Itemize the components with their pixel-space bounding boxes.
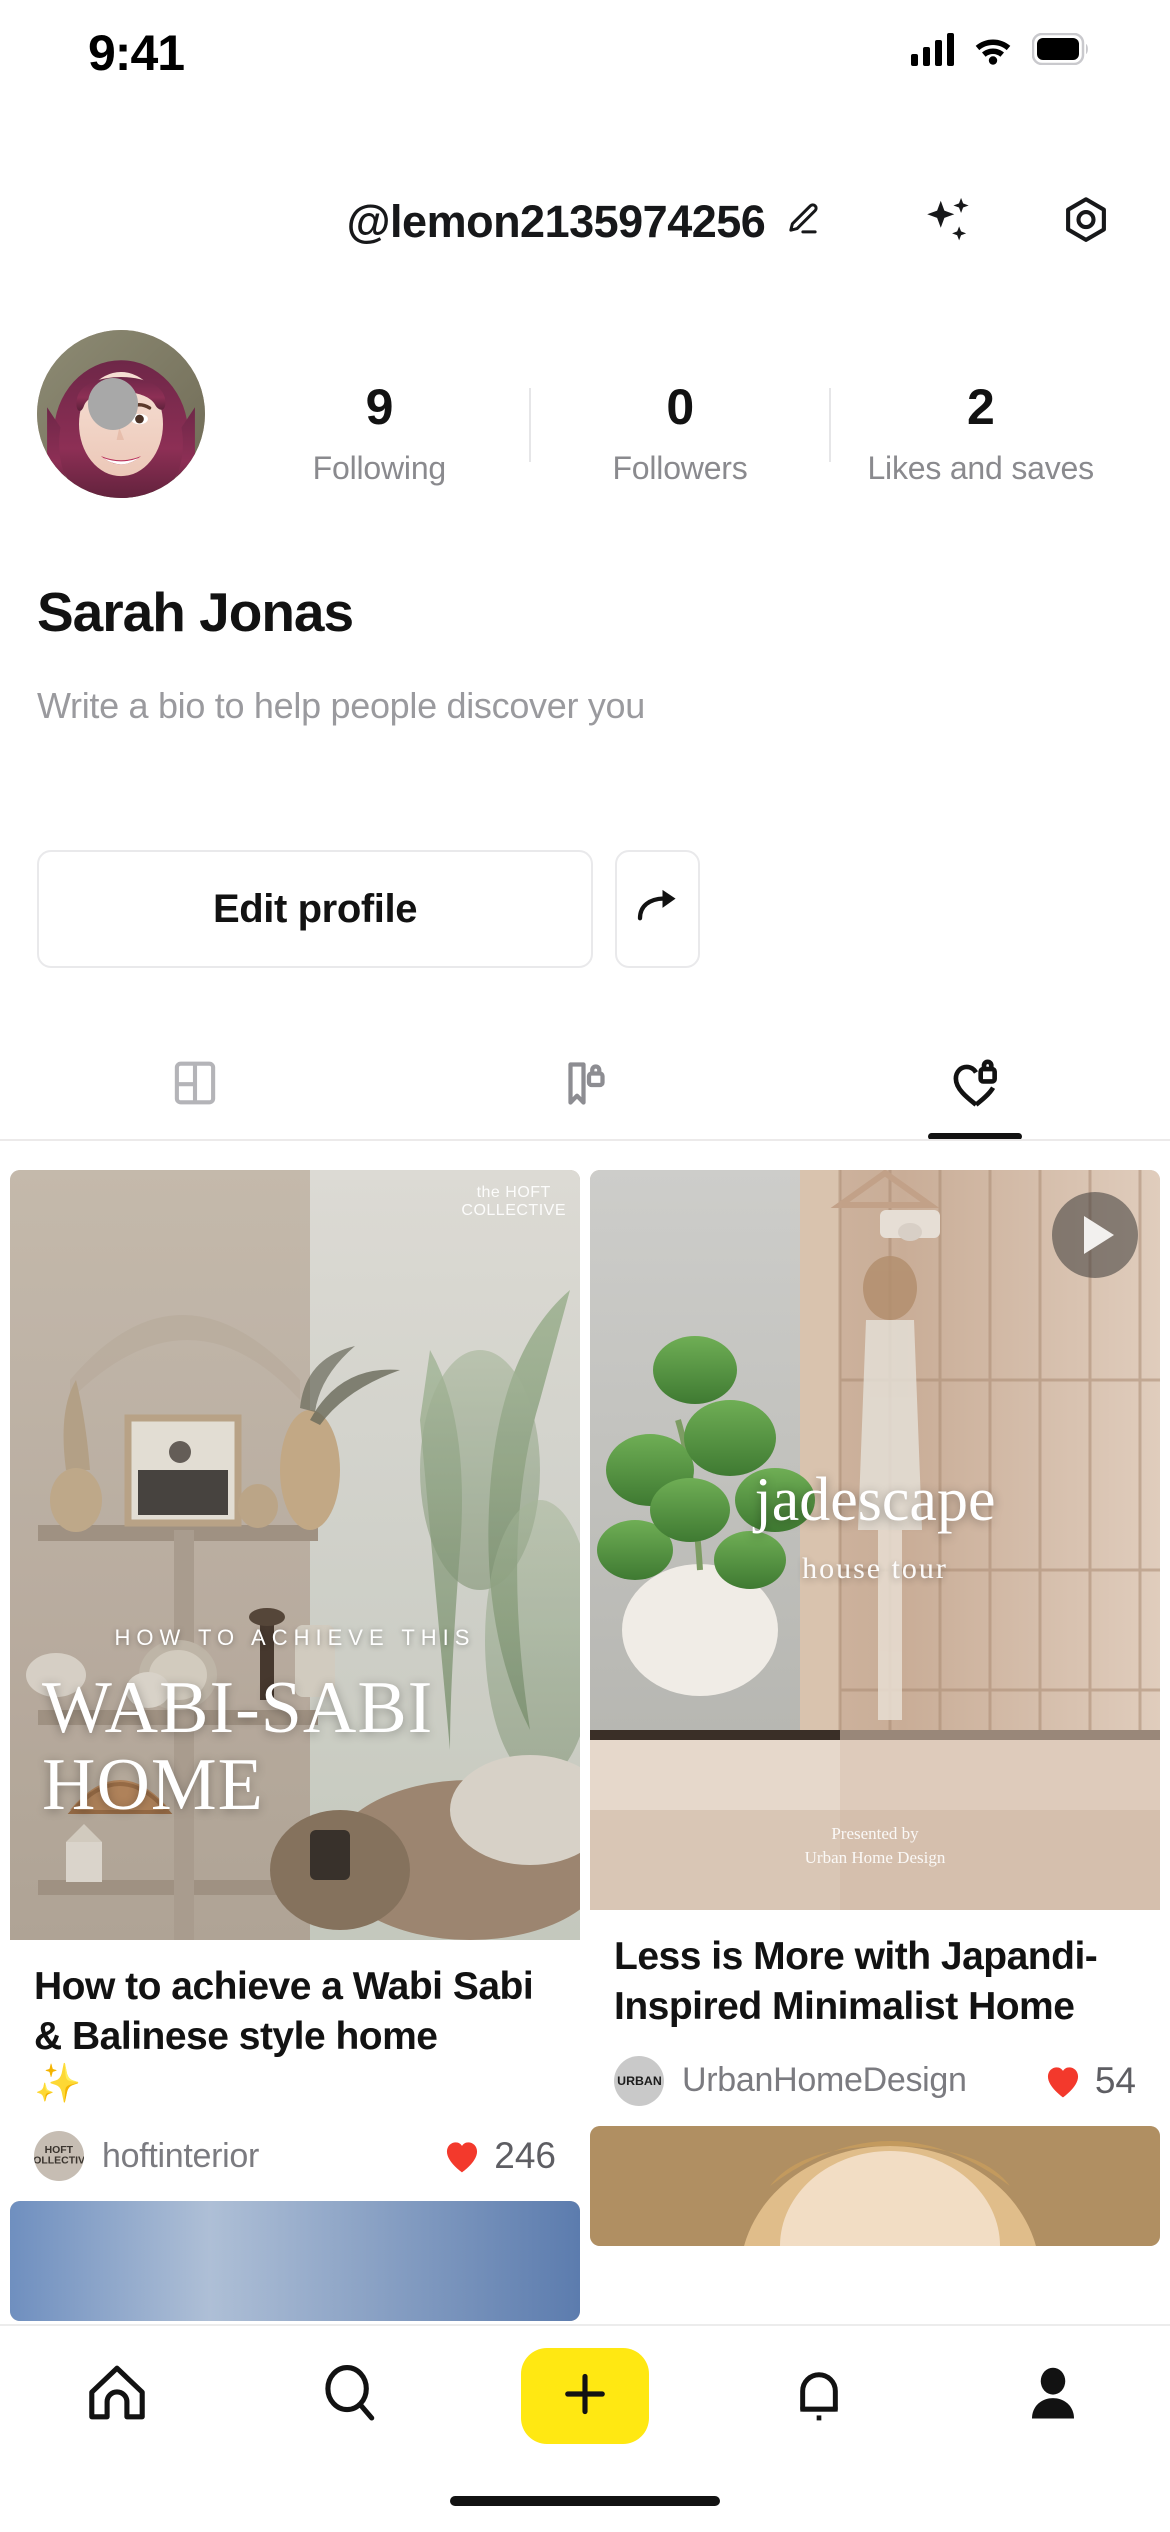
card-thumbnail-partial[interactable] [10, 2201, 580, 2322]
card-thumbnail[interactable]: the HOFT COLLECTIVE HOW TO ACHIEVE THIS … [10, 1170, 580, 1940]
home-indicator [450, 2496, 720, 2506]
like-count: 246 [494, 2135, 556, 2177]
card-thumbnail[interactable]: jadescape house tour Presented by Urban … [590, 1170, 1160, 1910]
nav-profile[interactable] [936, 2359, 1170, 2434]
content-feed: the HOFT COLLECTIVE HOW TO ACHIEVE THIS … [0, 1170, 1170, 2370]
wifi-icon [972, 33, 1014, 65]
sparkles-icon[interactable] [918, 192, 978, 252]
author-name[interactable]: hoftinterior [102, 2137, 259, 2176]
author-badge-text: URBAN [616, 2073, 662, 2088]
author-badge-text: HOFT COLLECTIVE [34, 2145, 84, 2167]
bottom-navigation [0, 2324, 1170, 2532]
app-screen: 9:41 @lemon2135974256 9 Following 0 Foll… [0, 0, 1170, 2532]
feed-card[interactable]: jadescape house tour Presented by Urban … [590, 1170, 1160, 2114]
stat-label: Following [312, 450, 447, 486]
stat-value: 9 [365, 379, 394, 435]
nav-home[interactable] [0, 2358, 234, 2435]
blue-gradient-image [10, 2201, 580, 2322]
page-title: Sarah Jonas [37, 581, 354, 643]
like-group[interactable]: 54 [1043, 2060, 1136, 2102]
tab-saved[interactable] [390, 1030, 780, 1140]
pencil-icon[interactable] [781, 199, 823, 246]
card-overlay-title: jadescape house tour [754, 1466, 996, 1585]
tab-liked[interactable] [780, 1030, 1170, 1140]
card-meta: HOFT COLLECTIVE hoftinterior 246 [34, 2131, 556, 2182]
status-time: 9:41 [88, 25, 185, 81]
hexagon-settings-icon[interactable] [1056, 192, 1116, 252]
status-indicators [911, 32, 1090, 66]
share-profile-button[interactable] [615, 850, 700, 968]
battery-full-icon [1032, 33, 1090, 65]
like-group[interactable]: 246 [442, 2135, 556, 2177]
nav-notifications[interactable] [702, 2359, 936, 2434]
signal-bars-icon [911, 32, 954, 66]
create-button[interactable] [521, 2348, 649, 2444]
card-overlay-kicker: HOW TO ACHIEVE THIS [114, 1625, 476, 1650]
profile-header: @lemon2135974256 [0, 178, 1170, 266]
card-body: Less is More with Japandi-Inspired Minim… [590, 1910, 1160, 2114]
share-arrow-icon [631, 880, 685, 939]
edit-profile-button[interactable]: Edit profile [37, 850, 593, 968]
nav-search[interactable] [234, 2358, 468, 2435]
nav-items [0, 2326, 1170, 2466]
stat-label: Followers [612, 450, 748, 486]
tabs-separator [0, 1139, 1170, 1141]
heart-lock-icon [944, 1052, 1006, 1119]
status-bar: 9:41 [0, 0, 1170, 118]
status-dot-badge [88, 378, 138, 430]
card-overlay-headline: WABI-SABI HOME [42, 1667, 434, 1826]
bookmark-lock-icon [555, 1053, 615, 1118]
author-avatar[interactable]: URBAN [614, 2055, 664, 2106]
card-thumbnail-partial[interactable] [590, 2125, 1160, 2246]
portrait-image [590, 2125, 1160, 2246]
bell-icon [784, 2359, 854, 2434]
grid-layout-icon [166, 1054, 224, 1117]
header-actions [918, 192, 1116, 252]
feed-card-partial[interactable] [590, 2125, 1160, 2246]
card-overlay-credit: Presented by Urban Home Design [804, 1824, 946, 1868]
nav-create[interactable] [468, 2348, 702, 2444]
like-count: 54 [1094, 2059, 1136, 2101]
card-title: How to achieve a Wabi Sabi & Balinese st… [34, 1965, 534, 2058]
feed-column-right: jadescape house tour Presented by Urban … [590, 1170, 1160, 2370]
stat-value: 0 [666, 379, 694, 435]
feed-card[interactable]: the HOFT COLLECTIVE HOW TO ACHIEVE THIS … [10, 1170, 580, 2190]
feed-card-partial[interactable] [10, 2201, 580, 2322]
username-handle[interactable]: @lemon2135974256 [347, 196, 766, 248]
stat-value: 2 [967, 379, 995, 435]
feed-column-left: the HOFT COLLECTIVE HOW TO ACHIEVE THIS … [10, 1170, 580, 2370]
play-button-icon[interactable] [1052, 1192, 1138, 1278]
plus-icon [557, 2366, 613, 2427]
profile-tabs [0, 1030, 1170, 1140]
profile-actions: Edit profile [37, 850, 700, 968]
tab-posts[interactable] [0, 1030, 390, 1140]
heart-filled-icon [1043, 2063, 1083, 2099]
bio-placeholder[interactable]: Write a bio to help people discover you [37, 685, 645, 727]
stat-likes-saves[interactable]: 2 Likes and saves [831, 380, 1130, 487]
card-meta: URBAN UrbanHomeDesign 54 [614, 2055, 1136, 2106]
heart-filled-icon [442, 2138, 482, 2174]
stat-label: Likes and saves [867, 450, 1094, 486]
stat-followers[interactable]: 0 Followers [531, 380, 830, 487]
profile-stats: 9 Following 0 Followers 2 Likes and save… [230, 380, 1130, 487]
home-icon [81, 2358, 153, 2435]
person-icon [1018, 2359, 1088, 2434]
card-brand-watermark: the HOFT COLLECTIVE [461, 1184, 566, 1220]
search-icon [315, 2358, 387, 2435]
stat-following[interactable]: 9 Following [230, 380, 529, 487]
card-body: How to achieve a Wabi Sabi & Balinese st… [10, 1940, 580, 2189]
card-title-emoji: ✨ [34, 2062, 82, 2105]
card-title: Less is More with Japandi-Inspired Minim… [614, 1935, 1098, 2028]
author-name[interactable]: UrbanHomeDesign [682, 2061, 967, 2100]
author-avatar[interactable]: HOFT COLLECTIVE [34, 2131, 84, 2182]
